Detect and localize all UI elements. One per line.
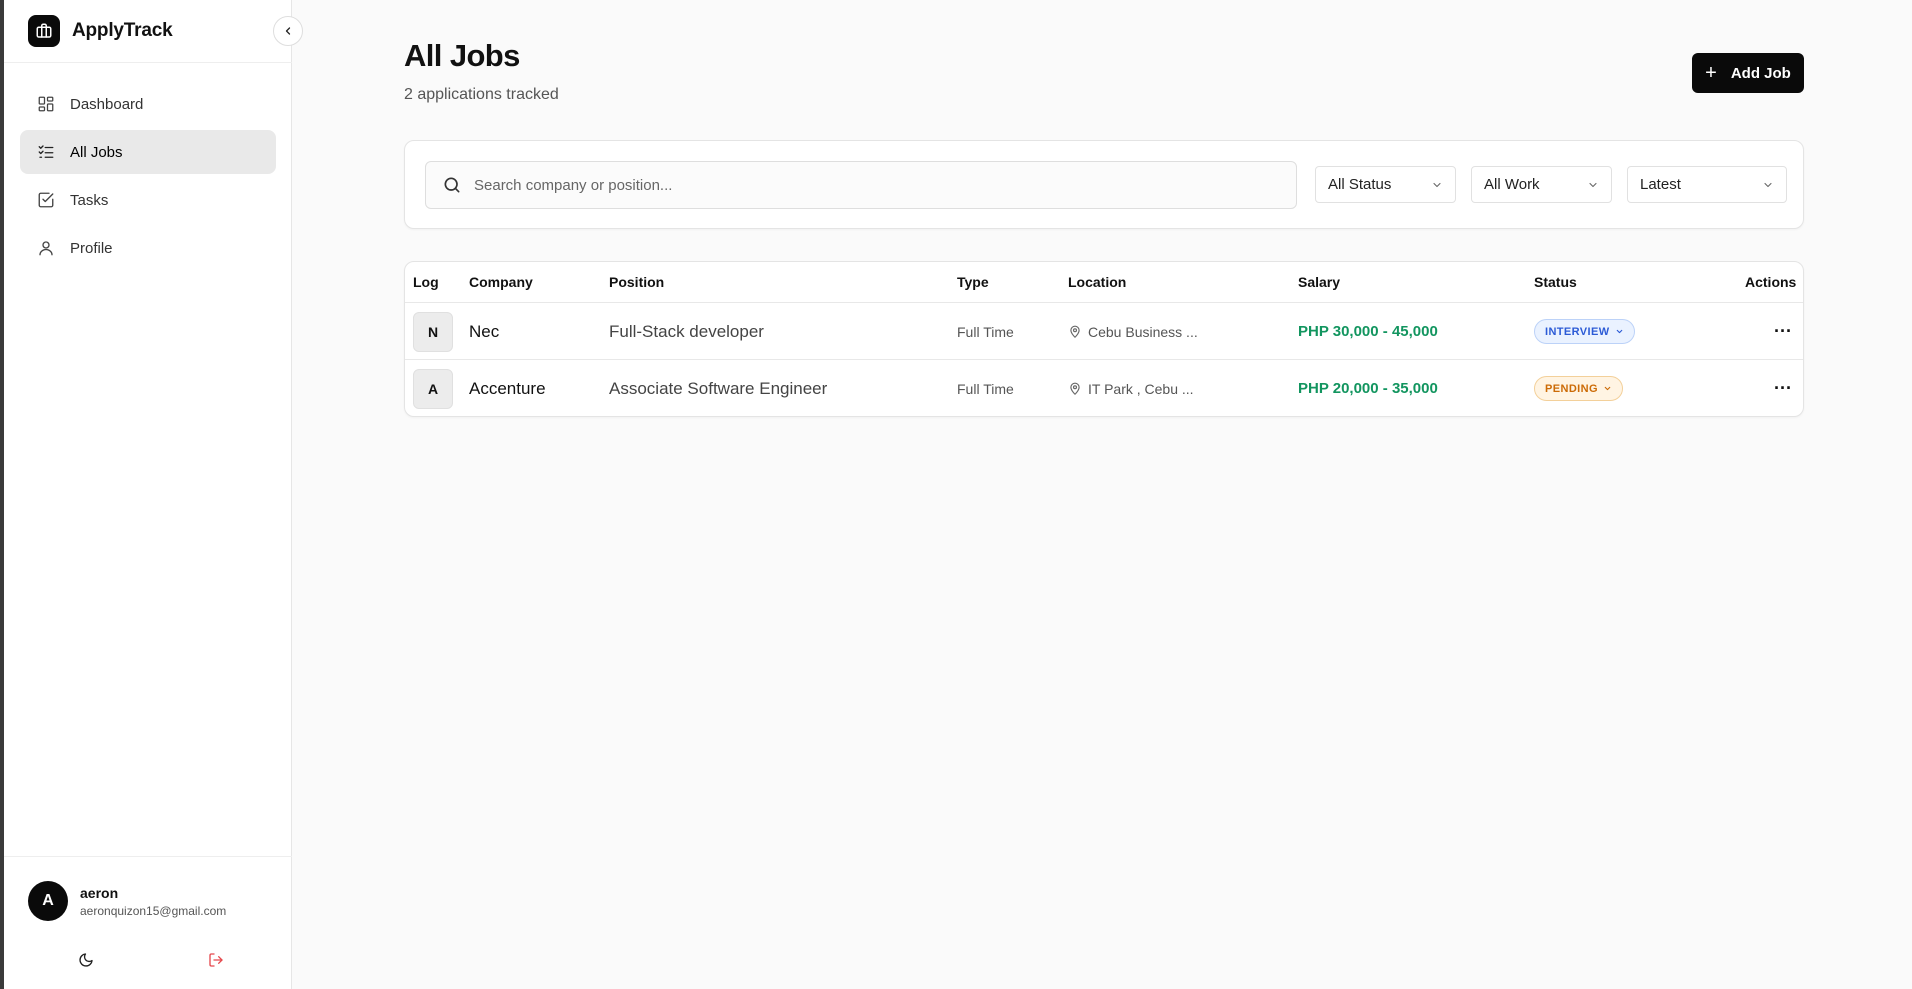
divider: [4, 856, 292, 857]
column-header-status: Status: [1534, 274, 1577, 290]
sidebar-item-label: All Jobs: [70, 143, 123, 161]
salary-range: PHP 20,000 - 35,000: [1298, 380, 1438, 397]
search-box[interactable]: [425, 161, 1297, 209]
list-checks-icon: [36, 142, 56, 162]
sidebar-item-label: Profile: [70, 239, 113, 257]
job-type: Full Time: [957, 380, 1014, 397]
row-actions-button[interactable]: ···: [1774, 303, 1792, 360]
column-header-position: Position: [609, 274, 665, 290]
sidebar-item-tasks[interactable]: Tasks: [20, 178, 276, 222]
job-location: Cebu Business ...: [1068, 303, 1198, 360]
chevron-down-icon: [1433, 182, 1441, 187]
user-icon: [36, 238, 56, 258]
map-pin-icon: [1070, 382, 1080, 395]
location-text: Cebu Business ...: [1088, 323, 1198, 340]
salary-range: PHP 30,000 - 45,000: [1298, 323, 1438, 340]
job-location: IT Park , Cebu ...: [1068, 360, 1194, 416]
job-position: Associate Software Engineer: [609, 378, 828, 398]
status-badge[interactable]: PENDING: [1534, 376, 1623, 401]
collapse-sidebar-button[interactable]: [273, 16, 303, 46]
checkbox-icon: [36, 190, 56, 210]
status-filter-select[interactable]: All Status: [1315, 166, 1456, 203]
chevron-left-icon: [285, 27, 291, 35]
page-title: All Jobs: [404, 38, 520, 73]
sidebar-nav: Dashboard All Jobs Tasks Profile: [20, 82, 276, 274]
moon-icon: [79, 953, 93, 967]
company-logo: A: [413, 368, 453, 409]
sort-value: Latest: [1640, 176, 1681, 193]
sidebar-item-label: Dashboard: [70, 95, 144, 113]
location-text: IT Park , Cebu ...: [1088, 380, 1194, 397]
jobs-table: Log Company Position Type Location Salar…: [404, 261, 1804, 417]
logout-button[interactable]: [204, 948, 228, 972]
logout-icon: [209, 953, 223, 967]
sidebar-item-label: Tasks: [70, 191, 109, 209]
work-filter-value: All Work: [1484, 176, 1540, 193]
log-cell: A: [413, 360, 453, 416]
table-row[interactable]: N Nec Full-Stack developer Full Time Ceb…: [405, 303, 1803, 360]
user-info: aeron aeronquizon15@gmail.com: [80, 885, 226, 918]
theme-toggle-button[interactable]: [74, 948, 98, 972]
job-type: Full Time: [957, 323, 1014, 340]
sort-select[interactable]: Latest: [1627, 166, 1787, 203]
column-header-type: Type: [957, 274, 989, 290]
status-badge[interactable]: INTERVIEW: [1534, 319, 1635, 344]
column-header-company: Company: [469, 274, 533, 290]
column-header-log: Log: [413, 274, 439, 290]
column-header-actions: Actions: [1745, 274, 1797, 290]
job-position: Full-Stack developer: [609, 321, 764, 341]
dashboard-icon: [36, 94, 56, 114]
status-cell: PENDING: [1534, 360, 1623, 416]
search-icon: [444, 177, 460, 193]
column-header-salary: Salary: [1298, 274, 1341, 290]
company-name: Accenture: [469, 378, 546, 398]
chevron-down-icon: [1589, 182, 1597, 187]
app-name: ApplyTrack: [72, 20, 173, 41]
user-email: aeronquizon15@gmail.com: [80, 903, 227, 918]
briefcase-icon: [28, 15, 60, 47]
status-label: PENDING: [1545, 382, 1598, 395]
filter-bar: All Status All Work Latest: [404, 140, 1804, 229]
log-cell: N: [413, 303, 453, 360]
column-header-location: Location: [1068, 274, 1127, 290]
chevron-down-icon: [1764, 182, 1772, 187]
status-filter-value: All Status: [1328, 176, 1392, 193]
company-logo: N: [413, 311, 453, 352]
map-pin-icon: [1070, 325, 1080, 338]
search-input[interactable]: [474, 176, 1274, 194]
brand[interactable]: ApplyTrack: [28, 14, 173, 48]
plus-icon: +: [1705, 62, 1717, 84]
status-cell: INTERVIEW: [1534, 303, 1635, 360]
avatar: A: [28, 881, 68, 921]
table-header: Log Company Position Type Location Salar…: [405, 262, 1803, 303]
row-actions-button[interactable]: ···: [1774, 360, 1792, 416]
main-content: All Jobs 2 applications tracked + Add Jo…: [292, 0, 1912, 989]
sidebar-item-dashboard[interactable]: Dashboard: [20, 82, 276, 126]
company-name: Nec: [469, 321, 500, 341]
sidebar: ApplyTrack Dashboard All Jobs Tasks Prof…: [4, 0, 292, 989]
add-job-button[interactable]: + Add Job: [1692, 53, 1804, 93]
chevron-down-icon: [1603, 384, 1612, 393]
status-label: INTERVIEW: [1545, 325, 1610, 338]
add-job-label: Add Job: [1730, 64, 1791, 82]
chevron-down-icon: [1615, 327, 1624, 336]
sidebar-item-all-jobs[interactable]: All Jobs: [20, 130, 276, 174]
divider: [4, 62, 292, 63]
table-row[interactable]: A Accenture Associate Software Engineer …: [405, 360, 1803, 416]
user-card[interactable]: A aeron aeronquizon15@gmail.com: [28, 881, 226, 921]
sidebar-item-profile[interactable]: Profile: [20, 226, 276, 270]
work-filter-select[interactable]: All Work: [1471, 166, 1612, 203]
user-name: aeron: [80, 884, 119, 901]
page-subtitle: 2 applications tracked: [404, 86, 559, 103]
